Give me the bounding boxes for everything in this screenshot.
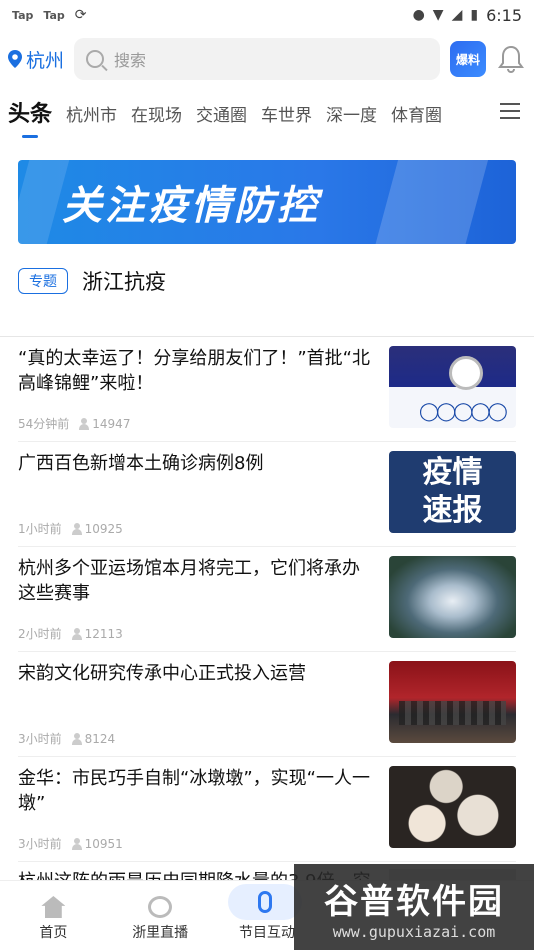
news-views: 14947 bbox=[92, 416, 131, 431]
city-name: 杭州 bbox=[26, 49, 65, 72]
top-header: 杭州 搜索 爆料 bbox=[0, 30, 534, 88]
news-list: “真的太幸运了！分享给朋友们了！”首批“北高峰锦鲤”来啦！ 54分钟前 14947… bbox=[0, 336, 534, 922]
news-title: “真的太幸运了！分享给朋友们了！”首批“北高峰锦鲤”来啦！ bbox=[18, 348, 370, 394]
bell-icon bbox=[498, 45, 524, 74]
news-thumbnail bbox=[389, 556, 516, 638]
person-icon bbox=[71, 837, 82, 850]
news-item[interactable]: 杭州多个亚运场馆本月将完工，它们将承办这些赛事 2小时前 12113 bbox=[18, 547, 516, 652]
news-item[interactable]: 金华：市民巧手自制“冰墩墩”，实现“一人一墩” 3小时前 10951 bbox=[18, 757, 516, 862]
voice-button[interactable] bbox=[228, 884, 302, 920]
tab-on-scene[interactable]: 在现场 bbox=[131, 101, 182, 134]
nav-home[interactable]: 首页 bbox=[0, 881, 107, 950]
news-item[interactable]: 宋韵文化研究传承中心正式投入运营 3小时前 8124 bbox=[18, 652, 516, 757]
watermark-url: www.gupuxiazai.com bbox=[332, 922, 496, 941]
news-views: 10925 bbox=[84, 521, 123, 536]
tab-headlines[interactable]: 头条 bbox=[8, 96, 52, 138]
news-thumbnail: 疫情 速报 bbox=[389, 451, 516, 533]
topic-title: 浙江抗疫 bbox=[82, 270, 166, 294]
tab-traffic[interactable]: 交通圈 bbox=[196, 101, 247, 134]
person-icon bbox=[71, 732, 82, 745]
topic-tag: 专题 bbox=[18, 268, 68, 294]
news-views: 12113 bbox=[84, 626, 123, 641]
olympic-rings-icon: ◯◯◯◯◯ bbox=[419, 401, 508, 422]
news-time: 3小时前 bbox=[18, 732, 62, 746]
location-pin-icon bbox=[8, 50, 22, 68]
search-placeholder: 搜索 bbox=[114, 51, 147, 70]
topic-row[interactable]: 专题 浙江抗疫 bbox=[18, 266, 516, 296]
battery-icon: ▮ bbox=[470, 7, 479, 23]
person-icon bbox=[71, 627, 82, 640]
home-icon bbox=[41, 896, 66, 918]
news-title: 杭州多个亚运场馆本月将完工，它们将承办这些赛事 bbox=[18, 558, 360, 604]
search-input[interactable]: 搜索 bbox=[74, 38, 440, 80]
news-views: 8124 bbox=[84, 731, 116, 746]
tab-in-depth[interactable]: 深一度 bbox=[326, 101, 377, 134]
live-icon bbox=[148, 896, 173, 918]
status-bar: Tap Tap ⟳ ● ▼ ◢ ▮ 6:15 bbox=[0, 0, 534, 30]
news-title: 金华：市民巧手自制“冰墩墩”，实现“一人一墩” bbox=[18, 768, 370, 814]
news-time: 2小时前 bbox=[18, 627, 62, 641]
search-icon bbox=[86, 50, 105, 68]
news-item[interactable]: 广西百色新增本土确诊病例8例 1小时前 10925 疫情 速报 bbox=[18, 442, 516, 547]
channel-tabs: 头条 杭州市 在现场 交通圈 车世界 深一度 体育圈 bbox=[0, 88, 534, 138]
news-item[interactable]: “真的太幸运了！分享给朋友们了！”首批“北高峰锦鲤”来啦！ 54分钟前 14947… bbox=[18, 337, 516, 442]
nav-live[interactable]: 浙里直播 bbox=[107, 881, 214, 950]
news-thumbnail: ◯◯◯◯◯ bbox=[389, 346, 516, 428]
news-time: 54分钟前 bbox=[18, 417, 70, 431]
city-selector[interactable]: 杭州 bbox=[8, 46, 64, 73]
taptap-icon: Tap bbox=[12, 8, 34, 22]
clock-time: 6:15 bbox=[486, 5, 522, 25]
microphone-icon bbox=[258, 891, 272, 913]
news-thumbnail bbox=[389, 661, 516, 743]
tab-cars[interactable]: 车世界 bbox=[261, 101, 312, 134]
news-time: 1小时前 bbox=[18, 522, 62, 536]
person-icon bbox=[71, 522, 82, 535]
tab-sports[interactable]: 体育圈 bbox=[391, 101, 442, 134]
person-icon bbox=[79, 417, 90, 430]
news-time: 3小时前 bbox=[18, 837, 62, 851]
baoliao-button[interactable]: 爆料 bbox=[450, 41, 486, 77]
sync-icon: ⟳ bbox=[74, 7, 87, 23]
signal-icon: ◢ bbox=[451, 7, 463, 23]
wifi-icon: ▼ bbox=[432, 7, 444, 23]
news-views: 10951 bbox=[84, 836, 123, 851]
banner-title: 关注疫情防控 bbox=[62, 183, 320, 229]
epidemic-banner[interactable]: 关注疫情防控 bbox=[18, 160, 516, 244]
taptap-icon: Tap bbox=[43, 8, 65, 22]
menu-icon[interactable] bbox=[500, 98, 520, 124]
news-title: 宋韵文化研究传承中心正式投入运营 bbox=[18, 663, 306, 684]
news-title: 广西百色新增本土确诊病例8例 bbox=[18, 453, 264, 474]
watermark-title: 谷普软件园 bbox=[324, 881, 504, 922]
news-thumbnail bbox=[389, 766, 516, 848]
tab-hangzhou[interactable]: 杭州市 bbox=[66, 101, 117, 134]
notification-button[interactable] bbox=[496, 41, 526, 77]
watermark: 谷普软件园 www.gupuxiazai.com bbox=[294, 864, 534, 950]
location-icon: ● bbox=[412, 7, 425, 23]
